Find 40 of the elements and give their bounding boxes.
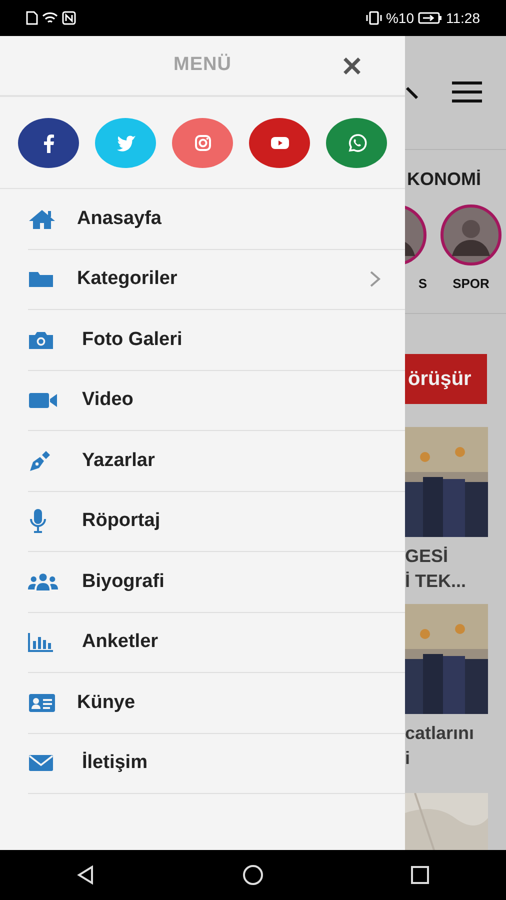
menu-title: MENÜ: [174, 52, 232, 78]
action-button[interactable]: örüşür: [405, 354, 487, 404]
chevron-right-icon[interactable]: [369, 270, 381, 288]
camera-icon: [28, 330, 54, 350]
video-camera-icon: [28, 390, 58, 410]
menu-item[interactable]: Röportaj: [82, 507, 160, 536]
story-avatar[interactable]: [440, 204, 502, 266]
home-button[interactable]: [242, 864, 264, 886]
menu-item[interactable]: Anasayfa: [77, 204, 162, 233]
recents-button[interactable]: [410, 865, 430, 885]
bar-chart-icon: [28, 632, 54, 652]
menu-item[interactable]: Anketler: [82, 628, 158, 656]
nfc-icon: [62, 11, 76, 25]
home-icon: [28, 208, 56, 230]
menu-item[interactable]: İletişim: [82, 749, 148, 778]
close-icon: [343, 56, 361, 75]
vibrate-icon: [366, 11, 382, 25]
category-tab[interactable]: KONOMİ: [405, 150, 506, 210]
menu-item[interactable]: Video: [82, 386, 134, 414]
folder-icon: [28, 269, 54, 290]
menu-item[interactable]: Foto Galeri: [82, 326, 182, 354]
users-icon: [28, 572, 58, 592]
news-headline[interactable]: GESİ İ TEK...: [405, 544, 506, 594]
menu-icon[interactable]: [452, 81, 482, 104]
menu-item[interactable]: Kategoriler: [77, 265, 178, 294]
sim-icon: [26, 11, 38, 25]
envelope-icon: [28, 753, 54, 774]
clock-time: 11:28: [446, 8, 480, 28]
menu-item[interactable]: Yazarlar: [82, 446, 155, 475]
battery-percent: %10: [386, 8, 414, 28]
microphone-icon: [28, 508, 48, 534]
menu-item[interactable]: Künye: [77, 688, 136, 717]
battery-icon: [418, 12, 442, 24]
id-card-icon: [28, 692, 56, 713]
news-headline[interactable]: catlarını i: [405, 721, 506, 771]
menu-item[interactable]: Biyografi: [82, 568, 164, 596]
story-label: SPOR: [452, 275, 490, 293]
back-button[interactable]: [76, 865, 96, 885]
wifi-icon: [42, 11, 58, 25]
story-label: S: [418, 275, 427, 293]
